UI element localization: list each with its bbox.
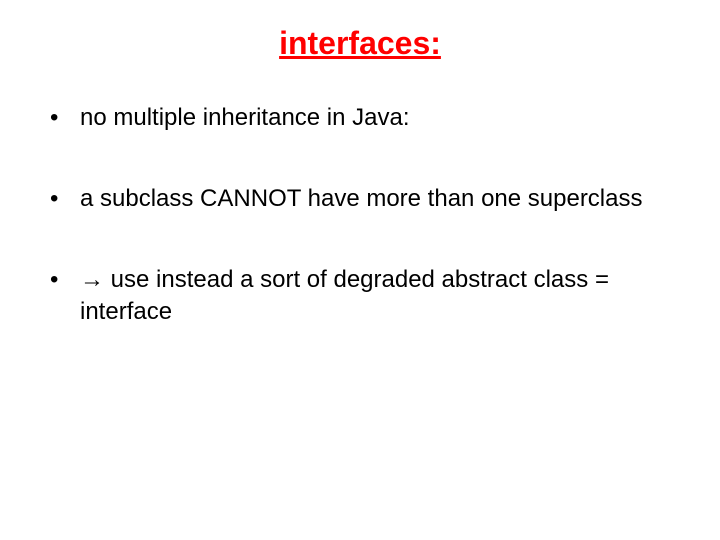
slide-title: interfaces: — [40, 25, 680, 62]
bullet-text-3: → use instead a sort of degraded abstrac… — [80, 266, 609, 324]
bullet-item-2: a subclass CANNOT have more than one sup… — [50, 183, 680, 214]
bullet-item-1: no multiple inheritance in Java: — [50, 102, 680, 133]
bullet-list: no multiple inheritance in Java: a subcl… — [40, 102, 680, 327]
bullet-item-3: → use instead a sort of degraded abstrac… — [50, 264, 680, 326]
